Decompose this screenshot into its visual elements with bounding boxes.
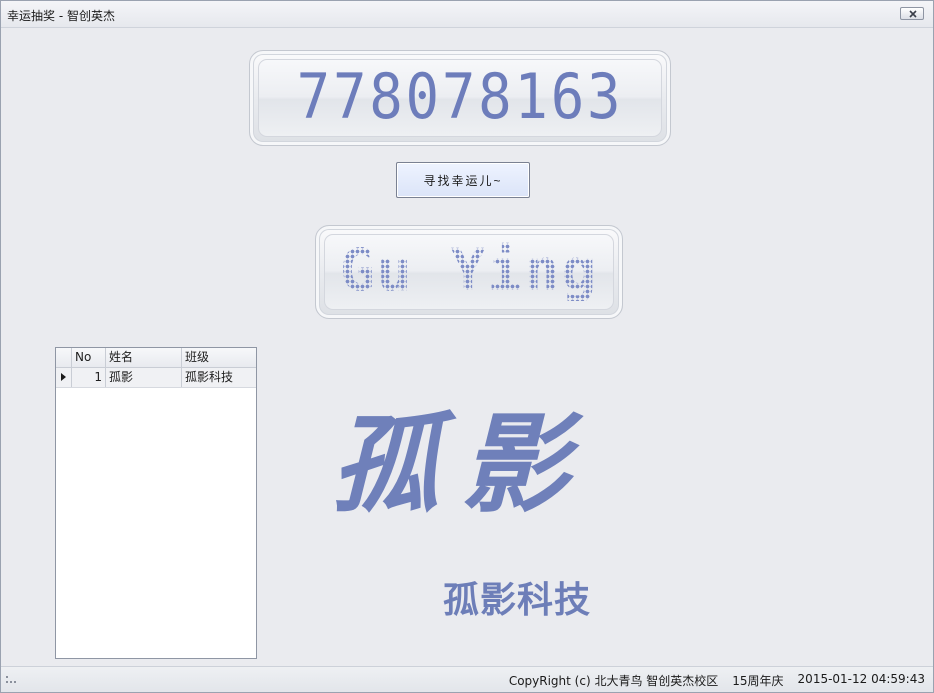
find-lucky-button[interactable]: 寻找幸运儿~ [396,162,530,198]
brand-subtitle: 孤影科技 [443,580,592,621]
close-icon [909,10,917,18]
winner-name: Gu Ying [325,239,613,301]
row-indicator-cell [56,368,72,387]
cell-class[interactable]: 孤影科技 [182,368,256,387]
column-header-name[interactable]: 姓名 [106,348,182,367]
status-info: CopyRight (c) 北大青鸟 智创英杰校区 15周年庆 2015-01-… [509,672,925,689]
window-title: 幸运抽奖 - 智创英杰 [7,9,115,23]
app-window: 幸运抽奖 - 智创英杰 778078163 寻找幸运儿~ Gu Ying No … [0,0,934,693]
status-bar: CopyRight (c) 北大青鸟 智创英杰校区 15周年庆 2015-01-… [1,666,933,692]
cell-no[interactable]: 1 [72,368,106,387]
cell-name[interactable]: 孤影 [106,368,182,387]
students-grid[interactable]: No 姓名 班级 1 孤影 孤影科技 [55,347,257,659]
status-anniversary: 15周年庆 [732,674,784,688]
column-header-no[interactable]: No [72,348,106,367]
number-display: 778078163 [249,50,671,146]
close-button[interactable] [900,7,924,20]
lottery-number: 778078163 [296,60,624,133]
table-row[interactable]: 1 孤影 孤影科技 [56,368,256,388]
brand-calligraphy: 孤影 [331,402,592,528]
main-panel: 778078163 寻找幸运儿~ Gu Ying No 姓名 班级 1 孤影 孤… [5,28,929,665]
title-bar: 幸运抽奖 - 智创英杰 [1,1,933,28]
header-indicator-cell [56,348,72,367]
status-datetime: 2015-01-12 04:59:43 [797,672,925,686]
column-header-class[interactable]: 班级 [182,348,256,367]
winner-display-screen: Gu Ying [324,234,614,310]
resize-grip-icon[interactable] [5,675,17,685]
row-pointer-icon [61,373,66,381]
number-display-screen: 778078163 [258,59,662,137]
grid-header: No 姓名 班级 [56,348,256,368]
winner-display: Gu Ying [315,225,623,319]
status-copyright: CopyRight (c) 北大青鸟 智创英杰校区 [508,674,719,688]
